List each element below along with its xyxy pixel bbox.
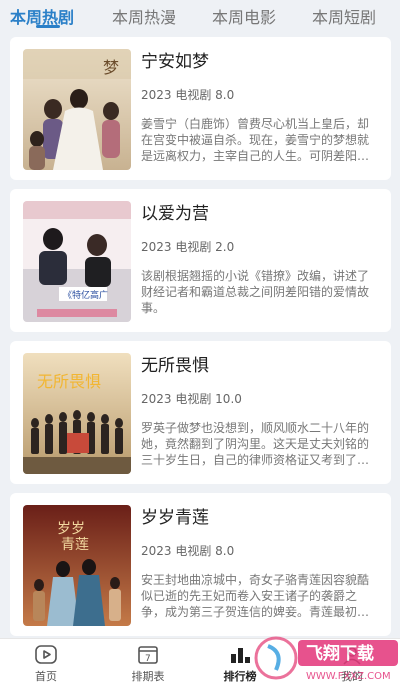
watermark-text: 飞翔下载 [306,643,374,664]
drama-list: 梦 宁安如梦 2023 电视剧 8.0 姜雪宁（白鹿饰）曾费尽心机当上皇后，却在… [0,36,400,638]
poster-image: 梦 [23,49,131,170]
drama-description: 姜雪宁（白鹿饰）曾费尽心机当上皇后，却在宫变中被逼自杀。现在，姜雪宁的梦想就是远… [141,117,370,163]
drama-title: 以爱为营 [141,204,209,224]
watermark-url: WWW.FXXZ.COM [306,671,391,682]
drama-meta: 2023 电视剧 8.0 [141,544,235,558]
drama-card[interactable]: 梦 宁安如梦 2023 电视剧 8.0 姜雪宁（白鹿饰）曾费尽心机当上皇后，却在… [10,37,391,180]
drama-meta: 2023 电视剧 10.0 [141,392,242,406]
ranking-icon [228,645,252,665]
drama-description: 罗英子做梦也没想到，顺风顺水二十八年的她，竟然翻到了阴沟里。这天是丈夫刘铭的三十… [141,421,370,467]
calendar-day: 7 [145,654,151,664]
active-tab-indicator [36,25,60,28]
drama-card[interactable]: 岁岁 青莲 岁岁青莲 2023 电视剧 8.0 安王封地曲凉城中，奇女子骆青莲因… [10,493,391,636]
svg-text:青莲: 青莲 [61,537,89,553]
watermark-logo: 飞翔下载 WWW.FXXZ.COM [250,632,400,684]
svg-text:无所畏惧: 无所畏惧 [37,372,101,391]
nav-schedule[interactable]: 7 排期表 [118,645,178,684]
drama-card[interactable]: 无所畏惧 无所畏惧 2023 电视剧 10.0 罗英子做梦也没想到，顺风顺水二十… [10,341,391,484]
poster-image: 岁岁 青莲 [23,505,131,626]
tab-weekly-short-drama[interactable]: 本周短剧 [312,0,376,28]
top-tabs: 本周热剧 本周热漫 本周电影 本周短剧 [0,0,400,34]
nav-home[interactable]: 首页 [16,645,76,684]
svg-text:《特亿高广: 《特亿高广 [63,289,108,301]
tab-weekly-movies[interactable]: 本周电影 [212,0,276,28]
drama-card[interactable]: 《特亿高广 以爱为营 2023 电视剧 2.0 该剧根据翘摇的小说《错撩》改编，… [10,189,391,332]
svg-text:梦: 梦 [103,58,119,77]
poster-image: 《特亿高广 [23,201,131,322]
drama-meta: 2023 电视剧 2.0 [141,240,235,254]
drama-description: 该剧根据翘摇的小说《错撩》改编，讲述了财经记者和霸道总裁之间阴差阳错的爱情故事。 [141,269,370,315]
drama-title: 无所畏惧 [141,356,209,376]
play-icon [34,645,58,665]
drama-title: 岁岁青莲 [141,508,209,528]
tab-weekly-hot-drama[interactable]: 本周热剧 [10,0,74,28]
drama-title: 宁安如梦 [141,52,209,72]
drama-meta: 2023 电视剧 8.0 [141,88,235,102]
nav-label: 首页 [35,670,57,683]
drama-description: 安王封地曲凉城中，奇女子骆青莲因容貌酷似已逝的先王妃而卷入安王诸子的袭爵之争，成… [141,573,370,619]
calendar-icon: 7 [136,645,160,665]
nav-label: 排期表 [131,670,165,683]
poster-image: 无所畏惧 [23,353,131,474]
tab-weekly-hot-anime[interactable]: 本周热漫 [112,0,176,28]
svg-text:岁岁: 岁岁 [57,521,85,537]
